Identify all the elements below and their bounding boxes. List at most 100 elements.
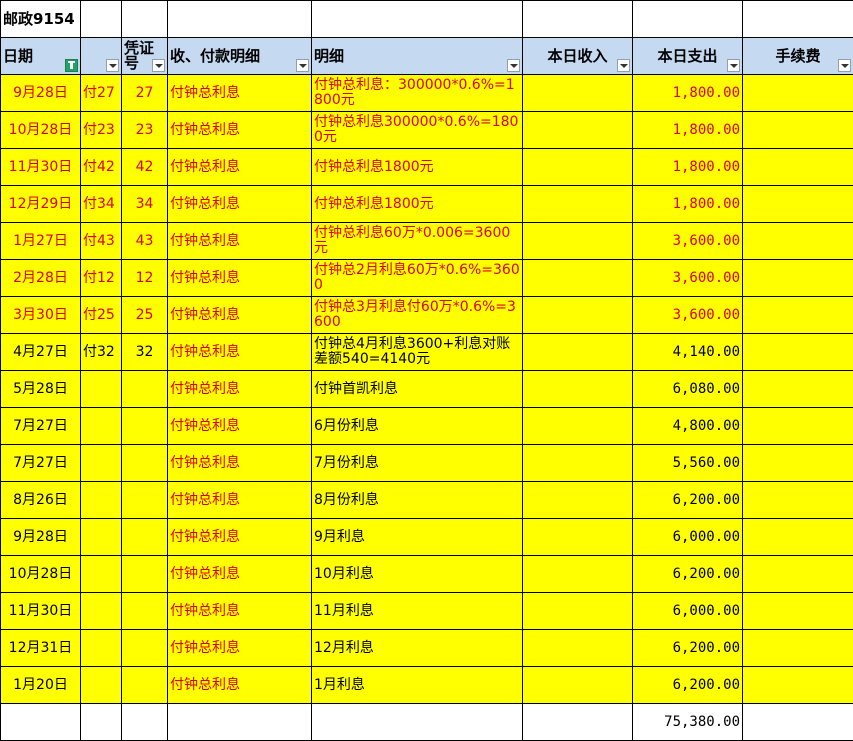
voucher-cell[interactable] <box>80 370 122 408</box>
sheet-title-cell[interactable]: 邮政9154 <box>0 0 81 38</box>
voucher-number-cell[interactable]: 43 <box>121 222 168 260</box>
item-cell[interactable]: 付钟总利息 <box>167 185 312 223</box>
fee-cell[interactable] <box>742 666 853 704</box>
date-cell[interactable]: 7月27日 <box>0 444 81 482</box>
expense-cell[interactable]: 3,600.00 <box>632 296 743 334</box>
voucher-number-cell[interactable] <box>121 555 168 593</box>
voucher-cell[interactable] <box>80 407 122 445</box>
voucher-cell[interactable]: 付34 <box>80 185 122 223</box>
filter-dropdown-icon[interactable] <box>507 59 520 72</box>
item-cell[interactable]: 付钟总利息 <box>167 333 312 371</box>
filter-dropdown-icon[interactable] <box>152 59 165 72</box>
fee-cell[interactable] <box>742 333 853 371</box>
voucher-cell[interactable]: 付12 <box>80 259 122 297</box>
detail-cell[interactable]: 付钟总4月利息3600+利息对账差额540=4140元 <box>311 333 523 371</box>
date-cell[interactable]: 1月27日 <box>0 222 81 260</box>
date-cell[interactable]: 2月28日 <box>0 259 81 297</box>
expense-cell[interactable]: 6,000.00 <box>632 518 743 556</box>
income-cell[interactable] <box>522 222 633 260</box>
voucher-number-cell[interactable] <box>121 370 168 408</box>
voucher-cell[interactable] <box>80 444 122 482</box>
header-voucher-number[interactable]: 凭证号 <box>121 37 168 75</box>
empty-cell[interactable] <box>121 703 168 741</box>
item-cell[interactable]: 付钟总利息 <box>167 518 312 556</box>
header-fee[interactable]: 手续费 <box>742 37 853 75</box>
voucher-cell[interactable] <box>80 592 122 630</box>
expense-cell[interactable]: 6,200.00 <box>632 555 743 593</box>
detail-cell[interactable]: 付钟总利息1800元 <box>311 185 523 223</box>
date-cell[interactable]: 3月30日 <box>0 296 81 334</box>
expense-cell[interactable]: 6,080.00 <box>632 370 743 408</box>
voucher-number-cell[interactable]: 34 <box>121 185 168 223</box>
header-date[interactable]: 日期 <box>0 37 81 75</box>
date-cell[interactable]: 10月28日 <box>0 111 81 149</box>
empty-cell[interactable] <box>80 0 122 38</box>
item-cell[interactable]: 付钟总利息 <box>167 259 312 297</box>
voucher-number-cell[interactable] <box>121 481 168 519</box>
voucher-cell[interactable]: 付42 <box>80 148 122 186</box>
date-cell[interactable]: 12月29日 <box>0 185 81 223</box>
voucher-cell[interactable] <box>80 555 122 593</box>
income-cell[interactable] <box>522 518 633 556</box>
header-voucher[interactable] <box>80 37 122 75</box>
date-cell[interactable]: 10月28日 <box>0 555 81 593</box>
income-cell[interactable] <box>522 444 633 482</box>
empty-cell[interactable] <box>0 703 81 741</box>
voucher-cell[interactable] <box>80 481 122 519</box>
filter-dropdown-icon[interactable] <box>296 59 309 72</box>
fee-cell[interactable] <box>742 111 853 149</box>
detail-cell[interactable]: 8月份利息 <box>311 481 523 519</box>
income-cell[interactable] <box>522 333 633 371</box>
income-cell[interactable] <box>522 148 633 186</box>
income-cell[interactable] <box>522 592 633 630</box>
expense-cell[interactable]: 4,800.00 <box>632 407 743 445</box>
income-cell[interactable] <box>522 370 633 408</box>
fee-cell[interactable] <box>742 259 853 297</box>
voucher-cell[interactable]: 付43 <box>80 222 122 260</box>
expense-cell[interactable]: 6,000.00 <box>632 592 743 630</box>
item-cell[interactable]: 付钟总利息 <box>167 148 312 186</box>
detail-cell[interactable]: 付钟总利息1800元 <box>311 148 523 186</box>
item-cell[interactable]: 付钟总利息 <box>167 592 312 630</box>
fee-cell[interactable] <box>742 222 853 260</box>
filter-dropdown-icon[interactable] <box>106 59 119 72</box>
income-cell[interactable] <box>522 666 633 704</box>
voucher-number-cell[interactable] <box>121 592 168 630</box>
date-cell[interactable]: 11月30日 <box>0 148 81 186</box>
voucher-cell[interactable]: 付25 <box>80 296 122 334</box>
fee-cell[interactable] <box>742 592 853 630</box>
filter-dropdown-icon[interactable] <box>838 59 851 72</box>
date-cell[interactable]: 11月30日 <box>0 592 81 630</box>
detail-cell[interactable]: 11月利息 <box>311 592 523 630</box>
item-cell[interactable]: 付钟总利息 <box>167 629 312 667</box>
income-cell[interactable] <box>522 407 633 445</box>
expense-cell[interactable]: 1,800.00 <box>632 148 743 186</box>
date-cell[interactable]: 5月28日 <box>0 370 81 408</box>
fee-cell[interactable] <box>742 185 853 223</box>
detail-cell[interactable]: 1月利息 <box>311 666 523 704</box>
income-cell[interactable] <box>522 111 633 149</box>
expense-cell[interactable]: 4,140.00 <box>632 333 743 371</box>
voucher-cell[interactable]: 付32 <box>80 333 122 371</box>
voucher-cell[interactable]: 付27 <box>80 74 122 112</box>
income-cell[interactable] <box>522 629 633 667</box>
voucher-cell[interactable] <box>80 518 122 556</box>
item-cell[interactable]: 付钟总利息 <box>167 74 312 112</box>
voucher-number-cell[interactable] <box>121 666 168 704</box>
voucher-number-cell[interactable]: 25 <box>121 296 168 334</box>
item-cell[interactable]: 付钟总利息 <box>167 555 312 593</box>
voucher-number-cell[interactable]: 27 <box>121 74 168 112</box>
income-cell[interactable] <box>522 296 633 334</box>
detail-cell[interactable]: 12月利息 <box>311 629 523 667</box>
income-cell[interactable] <box>522 259 633 297</box>
fee-cell[interactable] <box>742 296 853 334</box>
income-cell[interactable] <box>522 481 633 519</box>
fee-cell[interactable] <box>742 407 853 445</box>
voucher-number-cell[interactable]: 42 <box>121 148 168 186</box>
date-cell[interactable]: 9月28日 <box>0 518 81 556</box>
expense-cell[interactable]: 3,600.00 <box>632 259 743 297</box>
empty-cell[interactable] <box>742 703 853 741</box>
item-cell[interactable]: 付钟总利息 <box>167 407 312 445</box>
header-income[interactable]: 本日收入 <box>522 37 633 75</box>
detail-cell[interactable]: 付钟总3月利息付60万*0.6%=3600 <box>311 296 523 334</box>
